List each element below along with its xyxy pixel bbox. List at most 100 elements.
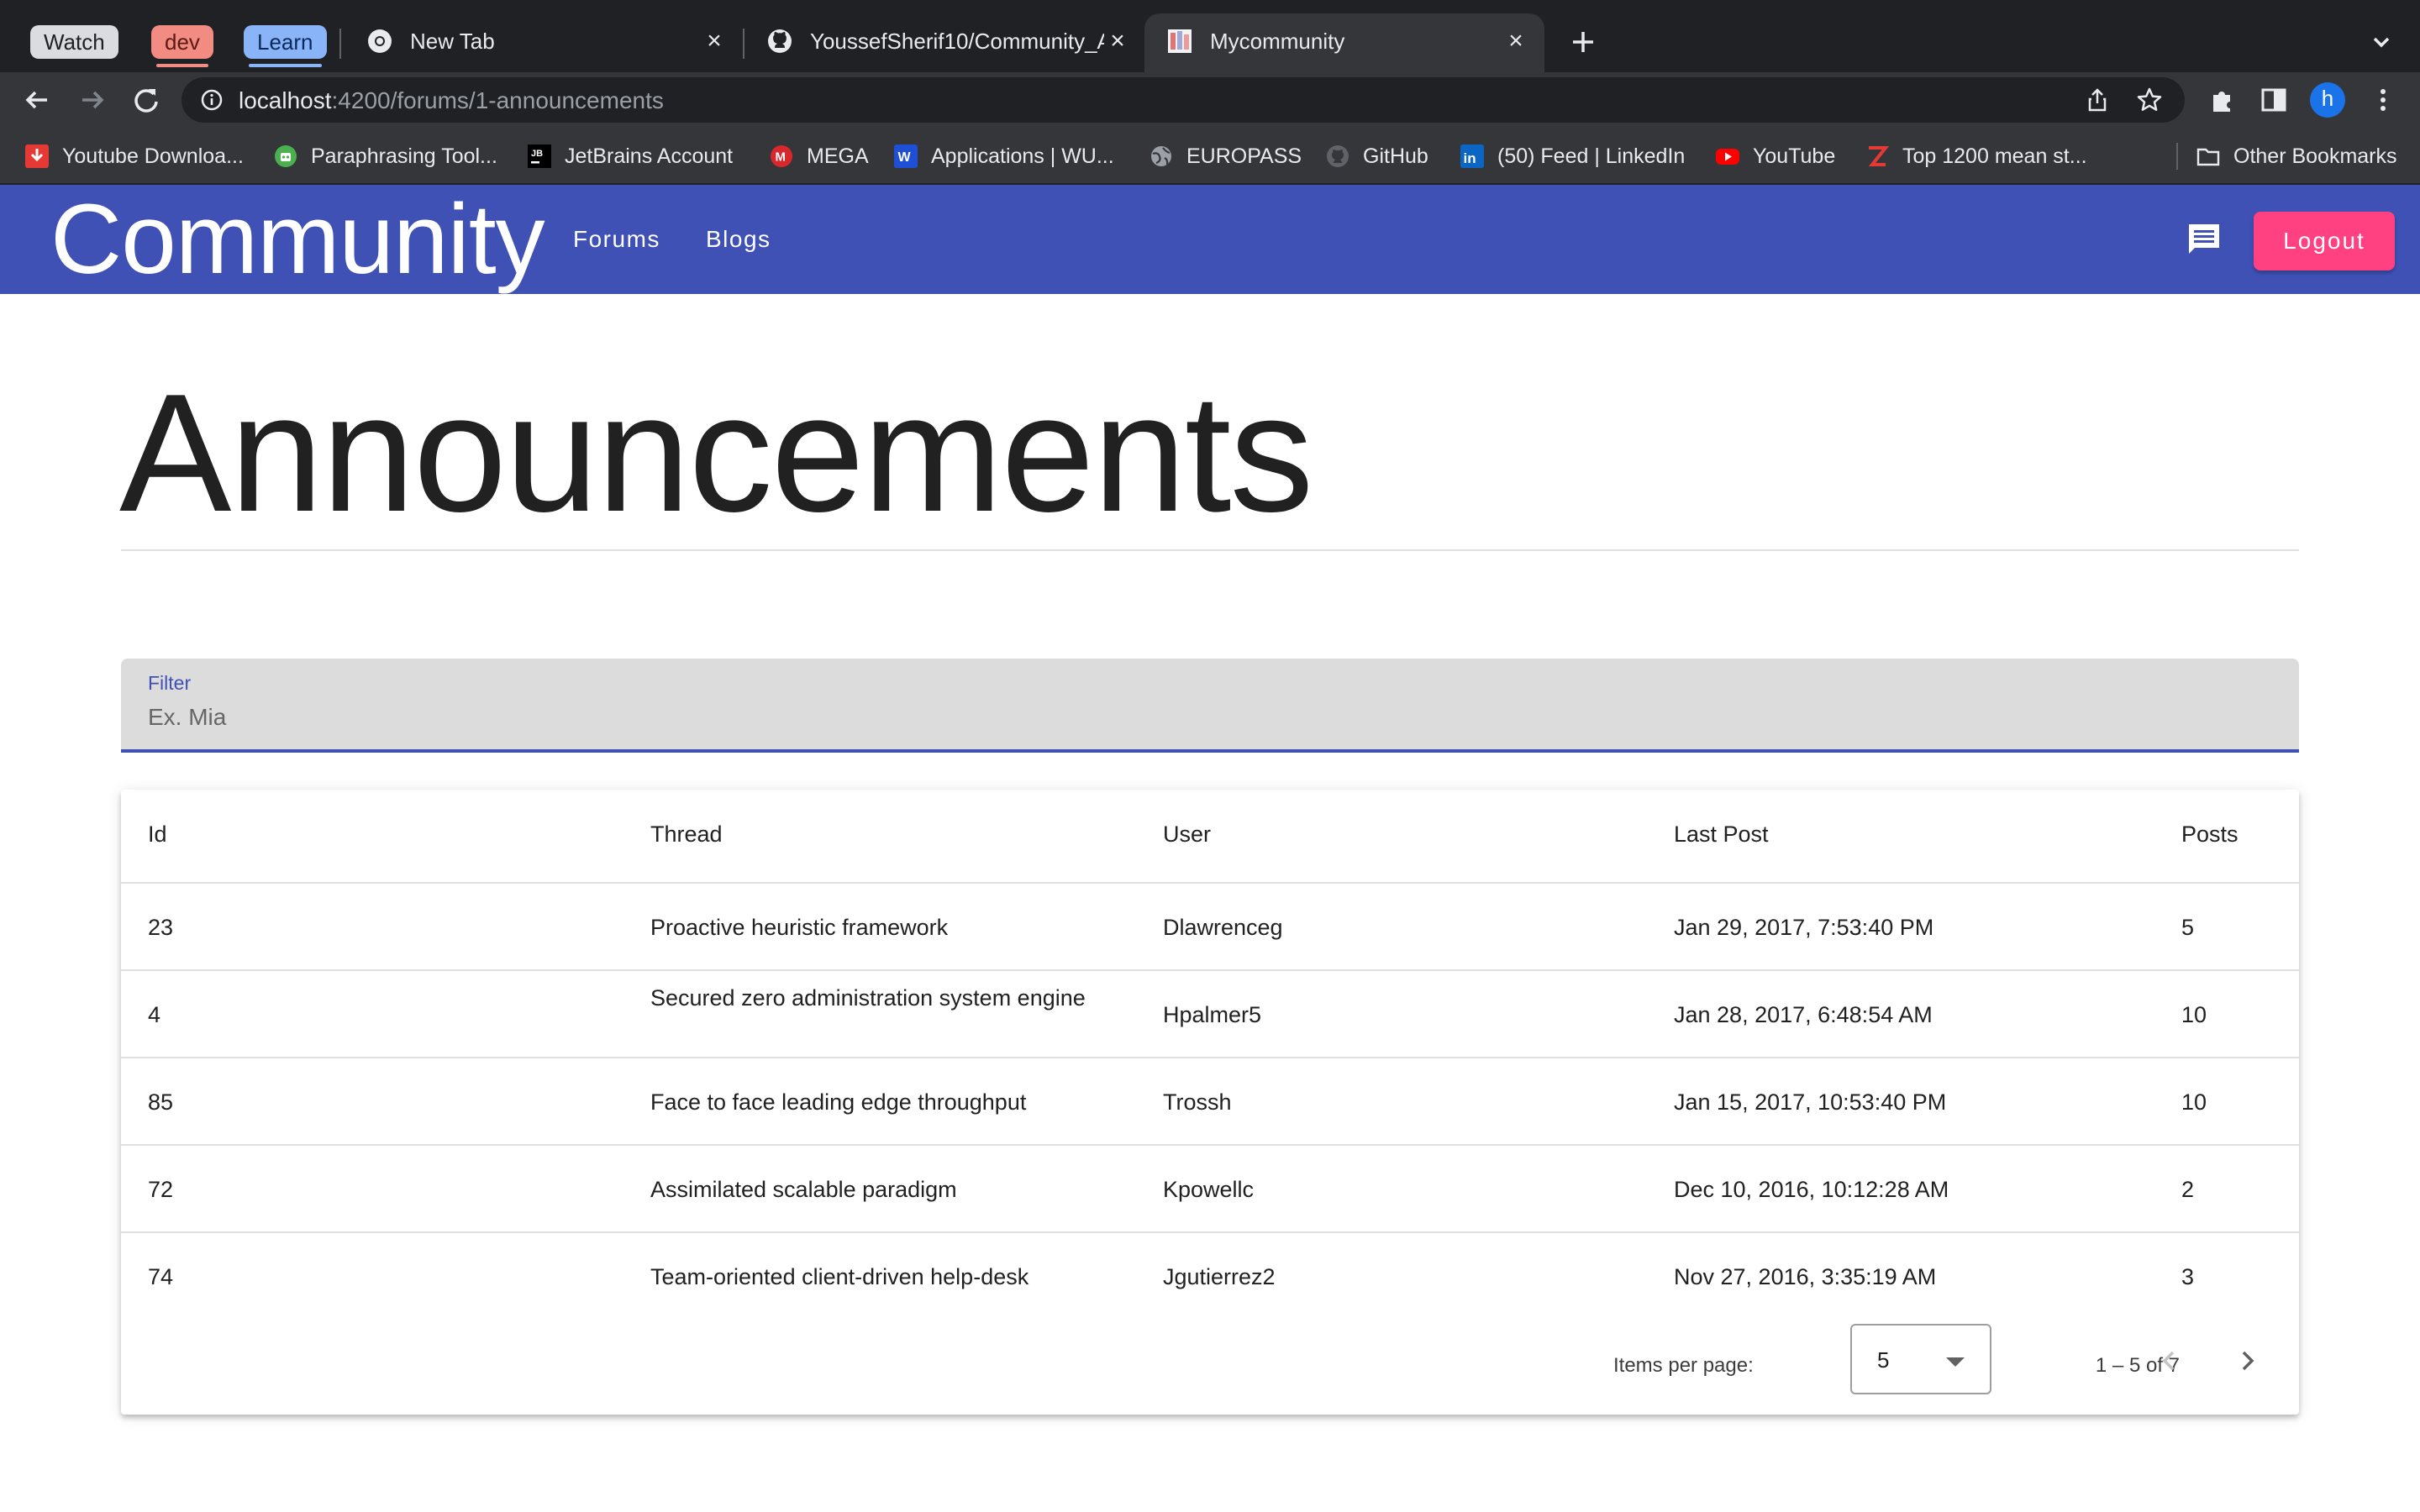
tab-group-underline: [249, 64, 322, 67]
cell-thread[interactable]: Assimilated scalable paradigm: [650, 1173, 957, 1206]
logout-button[interactable]: Logout: [2254, 212, 2395, 270]
brand-logo[interactable]: Community: [50, 185, 545, 294]
cell-user: Jgutierrez2: [1163, 1264, 1276, 1289]
cell-id: 85: [148, 1089, 174, 1115]
cell-user: Kpowellc: [1163, 1177, 1255, 1202]
close-icon[interactable]: ×: [1101, 24, 1134, 58]
column-header-posts[interactable]: Posts: [2181, 822, 2238, 848]
bookmark-label: EUROPASS: [1186, 144, 1302, 168]
tab-title: YoussefSherif10/Community_A: [810, 29, 1104, 54]
cell-user: Dlawrenceg: [1163, 915, 1283, 940]
share-icon[interactable]: [2084, 87, 2111, 113]
bookmark-label: Top 1200 mean st...: [1902, 144, 2087, 168]
app-header: Community Forums Blogs Logout: [0, 185, 2420, 294]
svg-text:M: M: [776, 150, 786, 165]
cell-user: Trossh: [1163, 1089, 1232, 1115]
bookmark-star-icon[interactable]: [2136, 87, 2163, 113]
column-header-user[interactable]: User: [1163, 822, 1211, 848]
profile-initial: h: [2321, 86, 2334, 111]
forward-arrow-icon[interactable]: [74, 81, 111, 118]
cell-id: 23: [148, 915, 174, 940]
cell-thread[interactable]: Face to face leading edge throughput: [650, 1085, 1026, 1119]
page-size-select[interactable]: 5: [1850, 1324, 1991, 1394]
site-info-icon[interactable]: [200, 88, 224, 112]
tab-group-underline: [156, 64, 208, 67]
tab-github-repo[interactable]: YoussefSherif10/Community_A ×: [744, 13, 1143, 72]
table-row[interactable]: 4 Secured zero administration system eng…: [121, 971, 2299, 1058]
close-icon[interactable]: ×: [697, 24, 731, 58]
filter-input[interactable]: [148, 701, 2265, 734]
cell-id: 74: [148, 1264, 174, 1289]
items-per-page-label: Items per page:: [1613, 1354, 1754, 1377]
column-header-thread[interactable]: Thread: [650, 822, 723, 848]
cell-thread[interactable]: Team-oriented client-driven help-desk: [650, 1260, 1028, 1294]
column-header-last-post[interactable]: Last Post: [1674, 822, 1769, 848]
url-text[interactable]: localhost:4200/forums/1-announcements: [239, 87, 664, 114]
bookmark-label: GitHub: [1363, 144, 1428, 168]
table-row[interactable]: 74 Team-oriented client-driven help-desk…: [121, 1233, 2299, 1320]
nav-blogs[interactable]: Blogs: [706, 218, 771, 260]
tab-title: New Tab: [410, 29, 495, 54]
url-path: :4200/forums/1-announcements: [331, 87, 664, 113]
cell-last-post: Nov 27, 2016, 3:35:19 AM: [1674, 1264, 1937, 1289]
tab-group-learn[interactable]: Learn: [244, 25, 327, 67]
linkedin-icon: in: [1460, 144, 1484, 168]
browser-tabstrip: Watch dev Learn New Tab × YoussefSherif1…: [0, 0, 2420, 72]
bookmarks-divider: [2176, 143, 2178, 170]
filter-field[interactable]: Filter: [121, 659, 2299, 753]
tab-group-label: Watch: [44, 29, 105, 55]
jetbrains-icon: JB: [528, 144, 551, 168]
title-divider: [121, 549, 2299, 551]
bookmark-label: Applications | WU...: [931, 144, 1114, 168]
cell-user: Hpalmer5: [1163, 1002, 1262, 1027]
nav-forums[interactable]: Forums: [573, 218, 660, 260]
svg-text:W: W: [898, 150, 912, 165]
tab-group-dev[interactable]: dev: [151, 25, 213, 67]
bookmark-label: Youtube Downloa...: [62, 144, 244, 168]
youtube-icon: [1716, 149, 1739, 165]
cell-posts: 3: [2181, 1264, 2195, 1289]
cell-last-post: Jan 29, 2017, 7:53:40 PM: [1674, 915, 1934, 940]
side-panel-icon[interactable]: [2255, 81, 2292, 118]
tab-separator: [339, 29, 341, 59]
tab-title: Mycommunity: [1210, 29, 1345, 54]
reload-icon[interactable]: [128, 81, 165, 118]
url-host: localhost: [239, 87, 332, 113]
column-header-id[interactable]: Id: [148, 822, 167, 848]
w-icon: W: [894, 144, 918, 168]
profile-avatar[interactable]: h: [2309, 81, 2346, 118]
table-row[interactable]: 85 Face to face leading edge throughput …: [121, 1058, 2299, 1146]
table-row[interactable]: 23 Proactive heuristic framework Dlawren…: [121, 884, 2299, 971]
mega-icon: M: [771, 145, 792, 167]
tab-group-label: dev: [165, 29, 200, 55]
next-page-icon[interactable]: [2227, 1341, 2267, 1381]
back-arrow-icon[interactable]: [18, 81, 55, 118]
extensions-icon[interactable]: [2203, 81, 2240, 118]
bookmark-label: Other Bookmarks: [2233, 144, 2397, 168]
table-row[interactable]: 72 Assimilated scalable paradigm Kpowell…: [121, 1146, 2299, 1233]
svg-text:in: in: [1464, 150, 1476, 166]
cell-thread[interactable]: Proactive heuristic framework: [650, 911, 948, 944]
cell-thread[interactable]: Secured zero administration system engin…: [650, 981, 1087, 1015]
cell-posts: 10: [2181, 1089, 2207, 1115]
chat-icon[interactable]: [2185, 220, 2223, 259]
cell-posts: 5: [2181, 915, 2195, 940]
previous-page-icon[interactable]: [2149, 1341, 2190, 1381]
dropdown-caret-icon: [1946, 1357, 1965, 1367]
bookmark-label: JetBrains Account: [565, 144, 734, 168]
tab-new-tab[interactable]: New Tab ×: [345, 13, 743, 72]
close-icon[interactable]: ×: [1499, 24, 1533, 58]
tab-mycommunity[interactable]: Mycommunity ×: [1144, 13, 1544, 72]
address-bar[interactable]: localhost:4200/forums/1-announcements: [182, 77, 2185, 123]
globe-icon: [1151, 146, 1171, 166]
cell-posts: 10: [2181, 1002, 2207, 1027]
tab-search-icon[interactable]: [2363, 24, 2400, 60]
robot-icon: [275, 145, 297, 167]
new-tab-icon[interactable]: [1565, 24, 1602, 60]
cell-last-post: Dec 10, 2016, 10:12:28 AM: [1674, 1177, 1949, 1202]
menu-kebab-icon[interactable]: [2365, 81, 2402, 118]
tab-group-watch[interactable]: Watch: [30, 25, 118, 59]
z-icon: [1868, 146, 1889, 166]
github-icon: [1327, 145, 1349, 167]
threads-table: Id Thread User Last Post Posts 23 Proact…: [121, 790, 2299, 1415]
